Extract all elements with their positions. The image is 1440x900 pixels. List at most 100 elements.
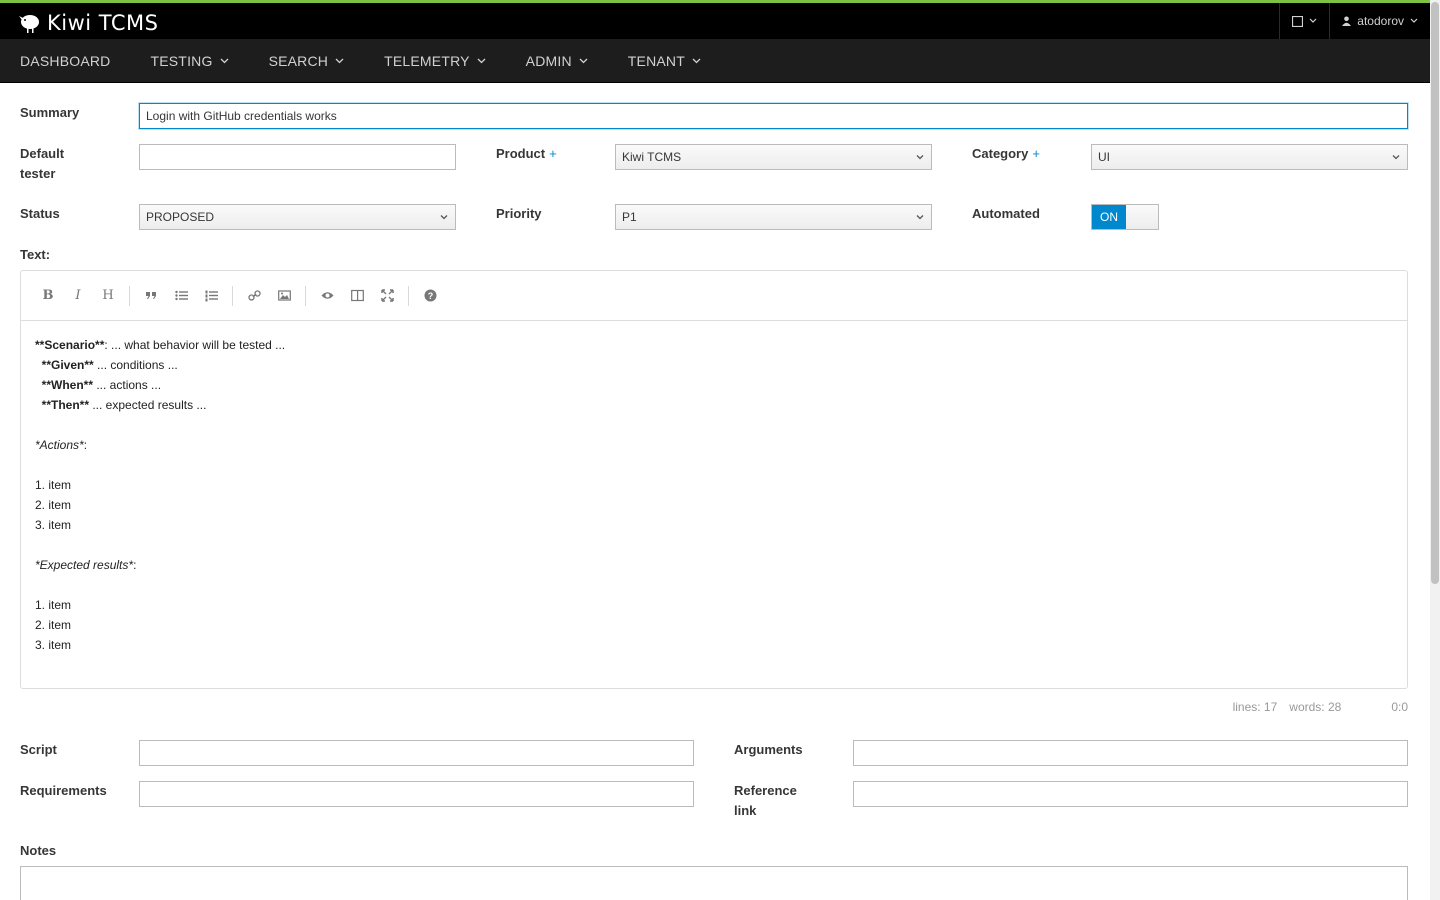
eye-icon — [321, 292, 333, 299]
app-name: Kiwi TCMS — [47, 11, 159, 35]
user-menu[interactable]: atodorov — [1329, 3, 1430, 39]
editor-line: **Then** ... expected results ... — [35, 395, 1393, 415]
bold-icon: B — [42, 288, 54, 303]
reference-link-input[interactable] — [853, 781, 1408, 807]
toggle-on-state: ON — [1092, 205, 1126, 229]
nav-telemetry[interactable]: TELEMETRY — [364, 39, 506, 83]
nav-admin[interactable]: ADMIN — [506, 39, 608, 83]
notes-label: Notes — [20, 843, 57, 858]
markdown-guide-button[interactable]: ? — [415, 282, 445, 310]
reference-link-label-line1: Reference — [734, 783, 797, 798]
link-button[interactable] — [239, 282, 269, 310]
notes-textarea[interactable] — [20, 866, 1408, 900]
product-select[interactable]: Kiwi TCMS — [615, 144, 932, 170]
svg-text:?: ? — [427, 291, 433, 301]
columns-icon — [350, 289, 364, 302]
user-icon — [1342, 16, 1352, 26]
chevron-down-icon — [579, 58, 588, 63]
line-text: : — [83, 438, 88, 452]
nav-label: SEARCH — [268, 52, 329, 69]
summary-input[interactable]: Login with GitHub credentials works — [139, 103, 1408, 129]
nav-tenant[interactable]: TENANT — [608, 39, 721, 83]
words-count: words: 28 — [1289, 700, 1342, 714]
editor-line: 2. item — [35, 495, 1393, 515]
line-text: ... conditions ... — [93, 358, 178, 372]
toolbar-separator — [408, 285, 409, 306]
chevron-down-icon — [916, 155, 924, 160]
editor-line: **Scenario**: ... what behavior will be … — [35, 335, 1393, 355]
chevron-down-icon — [1309, 18, 1317, 23]
toggle-handle[interactable] — [1126, 205, 1158, 229]
reference-link-label: Reference link — [734, 781, 797, 821]
chevron-down-icon — [1392, 155, 1400, 160]
category-select[interactable]: UI — [1091, 144, 1408, 170]
default-tester-label-line1: Default — [20, 146, 65, 161]
chevron-down-icon — [220, 58, 229, 63]
italic-text: *Actions* — [35, 438, 84, 452]
link-icon — [247, 290, 261, 301]
italic-text: *Expected results* — [35, 558, 134, 572]
toolbar-separator — [232, 285, 233, 306]
line-text: : ... what behavior will be tested ... — [104, 338, 286, 352]
page-scrollbar[interactable] — [1430, 0, 1440, 900]
default-tester-input[interactable] — [139, 144, 456, 170]
arguments-input[interactable] — [853, 740, 1408, 766]
editor-line: *Actions*: — [35, 435, 1393, 455]
top-bar: Kiwi TCMS atodorov — [0, 0, 1430, 39]
reference-link-label-line2: link — [734, 803, 757, 818]
kiwi-bird-icon — [19, 15, 39, 33]
fullscreen-icon — [380, 289, 394, 302]
editor-line: 3. item — [35, 515, 1393, 535]
nav-search[interactable]: SEARCH — [249, 39, 365, 83]
requirements-label: Requirements — [20, 783, 107, 798]
automated-toggle[interactable]: ON — [1091, 204, 1159, 230]
scrollbar-thumb[interactable] — [1431, 2, 1439, 584]
preview-button[interactable] — [312, 282, 342, 310]
bold-button[interactable]: B — [33, 282, 63, 310]
line-text: ... actions ... — [93, 378, 162, 392]
tenant-switcher[interactable] — [1279, 3, 1329, 39]
nav-testing[interactable]: TESTING — [130, 39, 248, 83]
requirements-input[interactable] — [139, 781, 694, 807]
bold-text: **When** — [35, 378, 94, 392]
question-icon: ? — [424, 289, 436, 302]
ordered-list-button[interactable] — [196, 282, 226, 310]
status-label: Status — [20, 206, 60, 221]
automated-label: Automated — [972, 206, 1040, 221]
image-button[interactable] — [269, 282, 299, 310]
chevron-down-icon — [477, 58, 486, 63]
editor-statusbar: lines: 17 words: 28 0:0 — [1233, 700, 1408, 714]
unordered-list-button[interactable] — [166, 282, 196, 310]
quote-button[interactable] — [136, 282, 166, 310]
default-tester-label-line2: tester — [20, 166, 56, 181]
editor-line: *Expected results*: — [35, 555, 1393, 575]
chevron-down-icon — [692, 58, 701, 63]
username: atodorov — [1357, 14, 1404, 28]
category-value: UI — [1098, 150, 1110, 164]
heading-button[interactable]: H — [93, 282, 123, 310]
line-text: 2. item — [35, 498, 72, 512]
italic-button[interactable]: I — [63, 282, 93, 310]
status-select[interactable]: PROPOSED — [139, 204, 456, 230]
add-product-icon[interactable]: + — [549, 146, 557, 161]
editor-content[interactable]: **Scenario**: ... what behavior will be … — [21, 321, 1407, 669]
add-category-icon[interactable]: + — [1032, 146, 1040, 161]
chevron-down-icon — [1410, 18, 1418, 23]
editor-line: 1. item — [35, 475, 1393, 495]
editor-line: 3. item — [35, 635, 1393, 655]
logo[interactable]: Kiwi TCMS — [19, 11, 159, 35]
heading-icon: H — [102, 288, 114, 303]
quote-icon — [145, 292, 156, 299]
line-text: ... expected results ... — [89, 398, 207, 412]
script-input[interactable] — [139, 740, 694, 766]
side-by-side-button[interactable] — [342, 282, 372, 310]
toolbar-separator — [305, 285, 306, 306]
priority-select[interactable]: P1 — [615, 204, 932, 230]
image-icon — [277, 290, 291, 301]
lines-count: lines: 17 — [1232, 700, 1278, 714]
nav-dashboard[interactable]: DASHBOARD — [0, 39, 130, 83]
script-label: Script — [20, 742, 57, 757]
fullscreen-button[interactable] — [372, 282, 402, 310]
